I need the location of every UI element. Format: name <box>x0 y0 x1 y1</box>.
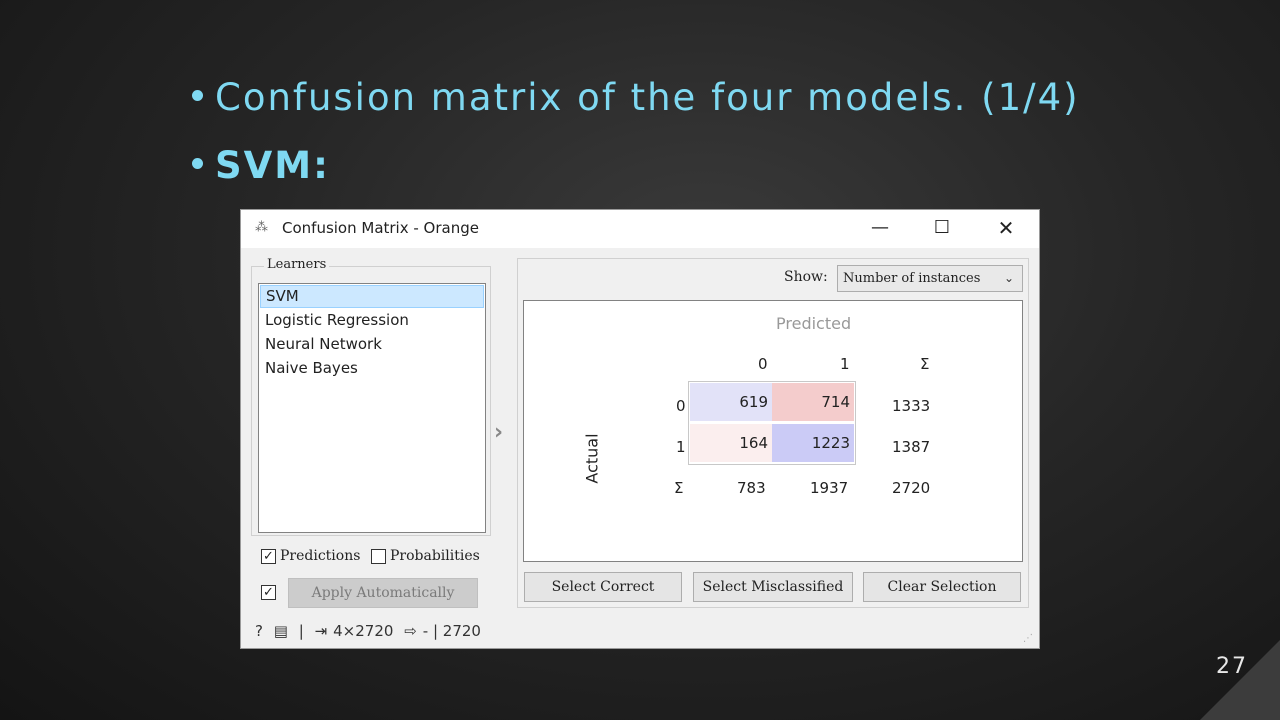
probabilities-option[interactable]: Probabilities <box>371 548 480 564</box>
select-correct-button[interactable]: Select Correct <box>524 572 682 602</box>
separator: | <box>298 622 304 640</box>
row-header-sum: Σ <box>674 479 684 497</box>
learner-item-svm[interactable]: SVM <box>260 285 484 308</box>
confusion-matrix-table: Predicted Actual 0 1 Σ 0 1 Σ 619 714 164… <box>523 300 1023 562</box>
learners-legend: Learners <box>264 257 330 272</box>
learner-item-naive-bayes[interactable]: Naive Bayes <box>260 357 484 380</box>
grand-total: 2720 <box>892 479 931 497</box>
window-title: Confusion Matrix - Orange <box>282 219 479 237</box>
probabilities-label: Probabilities <box>390 548 480 564</box>
matrix-cell[interactable]: 714 <box>772 383 854 421</box>
row-header: 0 <box>676 397 686 415</box>
matrix-cell[interactable]: 619 <box>690 383 772 421</box>
report-icon[interactable]: ▤ <box>274 622 288 640</box>
bullet-text-2: SVM: <box>215 144 330 187</box>
apply-automatically-checkbox[interactable]: ✓ <box>261 585 276 600</box>
help-icon[interactable]: ? <box>255 622 263 640</box>
maximize-button[interactable]: ☐ <box>919 210 965 246</box>
resize-grip-icon[interactable]: ⋰ <box>1023 633 1033 644</box>
corner-decoration <box>1200 640 1280 720</box>
show-dropdown[interactable]: Number of instances ⌄ <box>837 265 1023 292</box>
learners-list[interactable]: SVM Logistic Regression Neural Network N… <box>258 283 486 533</box>
col-header: 0 <box>758 355 768 373</box>
bullet-dot-icon <box>192 90 203 101</box>
predicted-axis-label: Predicted <box>776 314 852 333</box>
show-selected-value: Number of instances <box>843 271 981 286</box>
probabilities-checkbox[interactable] <box>371 548 386 564</box>
bullet-line-2: SVM: <box>192 144 330 187</box>
bullet-dot-icon <box>192 158 203 169</box>
status-bar: ? ▤ | ⇥ 4×2720 ⇨ - | 2720 <box>255 622 487 640</box>
page-number: 27 <box>1216 654 1248 679</box>
bullet-line-1: Confusion matrix of the four models. (1/… <box>192 76 1080 119</box>
show-label: Show: <box>784 269 828 285</box>
col-total: 1937 <box>810 479 849 497</box>
title-bar[interactable]: ⁂ Confusion Matrix - Orange — ☐ ✕ <box>241 210 1039 248</box>
output-summary: - | 2720 <box>422 622 481 640</box>
col-total: 783 <box>737 479 766 497</box>
minimize-button[interactable]: — <box>857 210 903 246</box>
input-icon: ⇥ <box>314 622 328 640</box>
row-total: 1387 <box>892 438 931 456</box>
predictions-checkbox[interactable]: ✓ <box>261 548 276 564</box>
chevron-down-icon: ⌄ <box>1003 271 1014 285</box>
col-header-sum: Σ <box>920 355 930 373</box>
actual-axis-label: Actual <box>582 433 602 484</box>
row-header: 1 <box>676 438 686 456</box>
close-button[interactable]: ✕ <box>983 210 1029 246</box>
clear-selection-button[interactable]: Clear Selection <box>863 572 1021 602</box>
predictions-label: Predictions <box>280 548 361 564</box>
input-summary: 4×2720 <box>333 622 394 640</box>
learner-item-neural-network[interactable]: Neural Network <box>260 333 484 356</box>
matrix-cell[interactable]: 1223 <box>772 424 854 462</box>
learners-group: Learners SVM Logistic Regression Neural … <box>251 257 491 536</box>
learner-item-logistic-regression[interactable]: Logistic Regression <box>260 309 484 332</box>
select-misclassified-button[interactable]: Select Misclassified <box>693 572 853 602</box>
bullet-text-1: Confusion matrix of the four models. (1/… <box>215 76 1080 119</box>
row-total: 1333 <box>892 397 931 415</box>
col-header: 1 <box>840 355 850 373</box>
predictions-option[interactable]: ✓ Predictions <box>261 548 360 564</box>
apply-automatically-button[interactable]: Apply Automatically <box>288 578 478 608</box>
chevron-right-icon: › <box>494 420 504 445</box>
confusion-matrix-window: ⁂ Confusion Matrix - Orange — ☐ ✕ Learne… <box>240 209 1040 649</box>
matrix-cell[interactable]: 164 <box>690 424 772 462</box>
orange-app-icon: ⁂ <box>255 220 268 235</box>
output-icon: ⇨ <box>404 622 417 640</box>
